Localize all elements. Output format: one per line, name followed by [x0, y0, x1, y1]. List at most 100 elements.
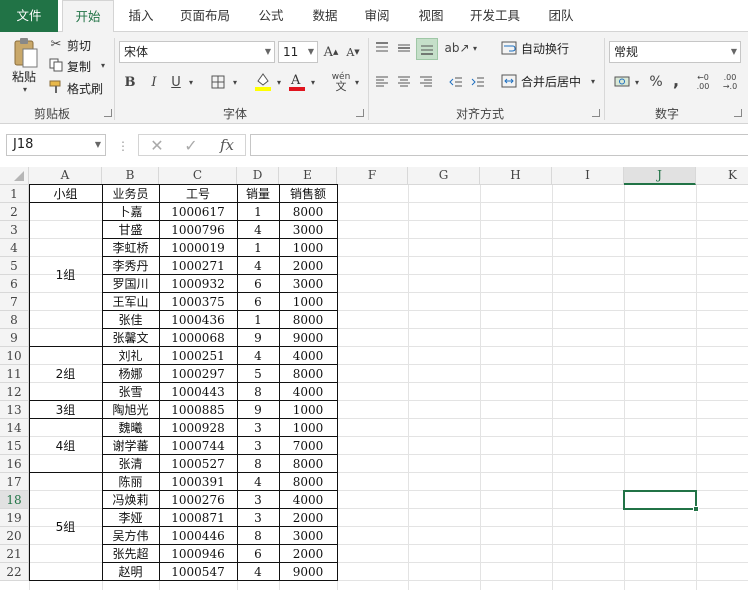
salesperson-cell[interactable]: 张清: [102, 455, 159, 473]
row-header-12[interactable]: 12: [0, 383, 29, 401]
employee-id-cell[interactable]: 1000446: [159, 527, 237, 545]
sales-amount-cell[interactable]: 7000: [279, 437, 337, 455]
employee-id-cell[interactable]: 1000796: [159, 221, 237, 239]
quantity-cell[interactable]: 4: [237, 473, 279, 491]
paste-button[interactable]: 粘贴: [12, 68, 36, 85]
employee-id-cell[interactable]: 1000932: [159, 275, 237, 293]
underline-dropdown-icon[interactable]: ▾: [186, 71, 196, 93]
borders-dropdown-icon[interactable]: ▾: [230, 71, 240, 93]
table-header-cell[interactable]: 销量: [237, 185, 279, 203]
sales-amount-cell[interactable]: 1000: [279, 293, 337, 311]
quantity-cell[interactable]: 6: [237, 275, 279, 293]
sales-amount-cell[interactable]: 4000: [279, 491, 337, 509]
employee-id-cell[interactable]: 1000375: [159, 293, 237, 311]
column-header-g[interactable]: G: [408, 167, 480, 185]
tab-file[interactable]: 文件: [0, 0, 58, 32]
employee-id-cell[interactable]: 1000297: [159, 365, 237, 383]
font-launcher-icon[interactable]: [356, 109, 364, 117]
number-launcher-icon[interactable]: [734, 109, 742, 117]
alignment-launcher-icon[interactable]: [592, 109, 600, 117]
quantity-cell[interactable]: 3: [237, 491, 279, 509]
name-box[interactable]: J18 ▼: [6, 134, 106, 156]
column-header-h[interactable]: H: [480, 167, 552, 185]
employee-id-cell[interactable]: 1000928: [159, 419, 237, 437]
column-header-a[interactable]: A: [29, 167, 102, 185]
row-header-6[interactable]: 6: [0, 275, 29, 293]
column-header-d[interactable]: D: [237, 167, 279, 185]
salesperson-cell[interactable]: 刘礼: [102, 347, 159, 365]
align-left-icon[interactable]: [372, 72, 392, 92]
sales-amount-cell[interactable]: 1000: [279, 419, 337, 437]
row-header-16[interactable]: 16: [0, 455, 29, 473]
column-header-j[interactable]: J: [624, 167, 696, 185]
quantity-cell[interactable]: 5: [237, 365, 279, 383]
merge-dropdown-icon[interactable]: ▾: [588, 73, 598, 89]
salesperson-cell[interactable]: 李虹桥: [102, 239, 159, 257]
row-header-7[interactable]: 7: [0, 293, 29, 311]
font-name-select[interactable]: 宋体 ▼: [119, 41, 275, 63]
row-header-11[interactable]: 11: [0, 365, 29, 383]
employee-id-cell[interactable]: 1000436: [159, 311, 237, 329]
number-format-select[interactable]: 常规 ▼: [609, 41, 741, 63]
align-middle-icon[interactable]: [394, 38, 414, 58]
percent-style-button[interactable]: %: [646, 72, 666, 92]
merge-center-button[interactable]: 合并后居中: [521, 73, 581, 90]
salesperson-cell[interactable]: 甘盛: [102, 221, 159, 239]
quantity-cell[interactable]: 3: [237, 509, 279, 527]
font-color-icon[interactable]: A: [286, 69, 308, 93]
underline-button[interactable]: U: [166, 71, 186, 93]
align-right-icon[interactable]: [416, 72, 436, 92]
align-top-icon[interactable]: [372, 38, 392, 58]
tab-developer[interactable]: 开发工具: [462, 0, 528, 32]
salesperson-cell[interactable]: 卜嘉: [102, 203, 159, 221]
wrap-text-button[interactable]: 自动换行: [521, 40, 569, 57]
salesperson-cell[interactable]: 杨娜: [102, 365, 159, 383]
quantity-cell[interactable]: 6: [237, 293, 279, 311]
orientation-icon[interactable]: ab↗: [444, 38, 469, 58]
row-header-19[interactable]: 19: [0, 509, 29, 527]
sales-amount-cell[interactable]: 2000: [279, 257, 337, 275]
column-header-i[interactable]: I: [552, 167, 624, 185]
salesperson-cell[interactable]: 赵明: [102, 563, 159, 581]
employee-id-cell[interactable]: 1000617: [159, 203, 237, 221]
employee-id-cell[interactable]: 1000885: [159, 401, 237, 419]
salesperson-cell[interactable]: 张雪: [102, 383, 159, 401]
sales-amount-cell[interactable]: 9000: [279, 329, 337, 347]
row-header-17[interactable]: 17: [0, 473, 29, 491]
group-merged-cell[interactable]: 1组: [29, 203, 102, 347]
grow-font-icon[interactable]: A ▲: [322, 41, 340, 63]
phonetic-dropdown-icon[interactable]: ▾: [352, 71, 362, 93]
sales-amount-cell[interactable]: 3000: [279, 221, 337, 239]
employee-id-cell[interactable]: 1000391: [159, 473, 237, 491]
employee-id-cell[interactable]: 1000527: [159, 455, 237, 473]
align-bottom-icon[interactable]: [416, 38, 438, 60]
sales-amount-cell[interactable]: 8000: [279, 473, 337, 491]
phonetic-guide-icon[interactable]: wén 文: [328, 69, 354, 95]
row-header-2[interactable]: 2: [0, 203, 29, 221]
decrease-indent-icon[interactable]: [446, 72, 466, 92]
accounting-dropdown-icon[interactable]: ▾: [632, 72, 642, 92]
tab-home[interactable]: 开始: [62, 0, 114, 33]
quantity-cell[interactable]: 4: [237, 221, 279, 239]
group-merged-cell[interactable]: 3组: [29, 401, 102, 419]
table-header-cell[interactable]: 工号: [159, 185, 237, 203]
salesperson-cell[interactable]: 陈丽: [102, 473, 159, 491]
employee-id-cell[interactable]: 1000871: [159, 509, 237, 527]
sales-amount-cell[interactable]: 3000: [279, 275, 337, 293]
tab-team[interactable]: 团队: [532, 0, 590, 32]
row-header-18[interactable]: 18: [0, 491, 29, 509]
font-color-dropdown-icon[interactable]: ▾: [308, 71, 318, 93]
employee-id-cell[interactable]: 1000271: [159, 257, 237, 275]
salesperson-cell[interactable]: 谢学蕃: [102, 437, 159, 455]
align-center-icon[interactable]: [394, 72, 414, 92]
cut-button[interactable]: 剪切: [67, 37, 91, 54]
row-header-14[interactable]: 14: [0, 419, 29, 437]
employee-id-cell[interactable]: 1000276: [159, 491, 237, 509]
employee-id-cell[interactable]: 1000068: [159, 329, 237, 347]
shrink-font-icon[interactable]: A ▼: [344, 41, 362, 63]
clipboard-launcher-icon[interactable]: [104, 109, 112, 117]
quantity-cell[interactable]: 3: [237, 437, 279, 455]
enter-icon[interactable]: ✓: [179, 135, 203, 155]
active-cell-selection[interactable]: [623, 490, 697, 510]
format-painter-button[interactable]: 格式刷: [67, 80, 103, 97]
